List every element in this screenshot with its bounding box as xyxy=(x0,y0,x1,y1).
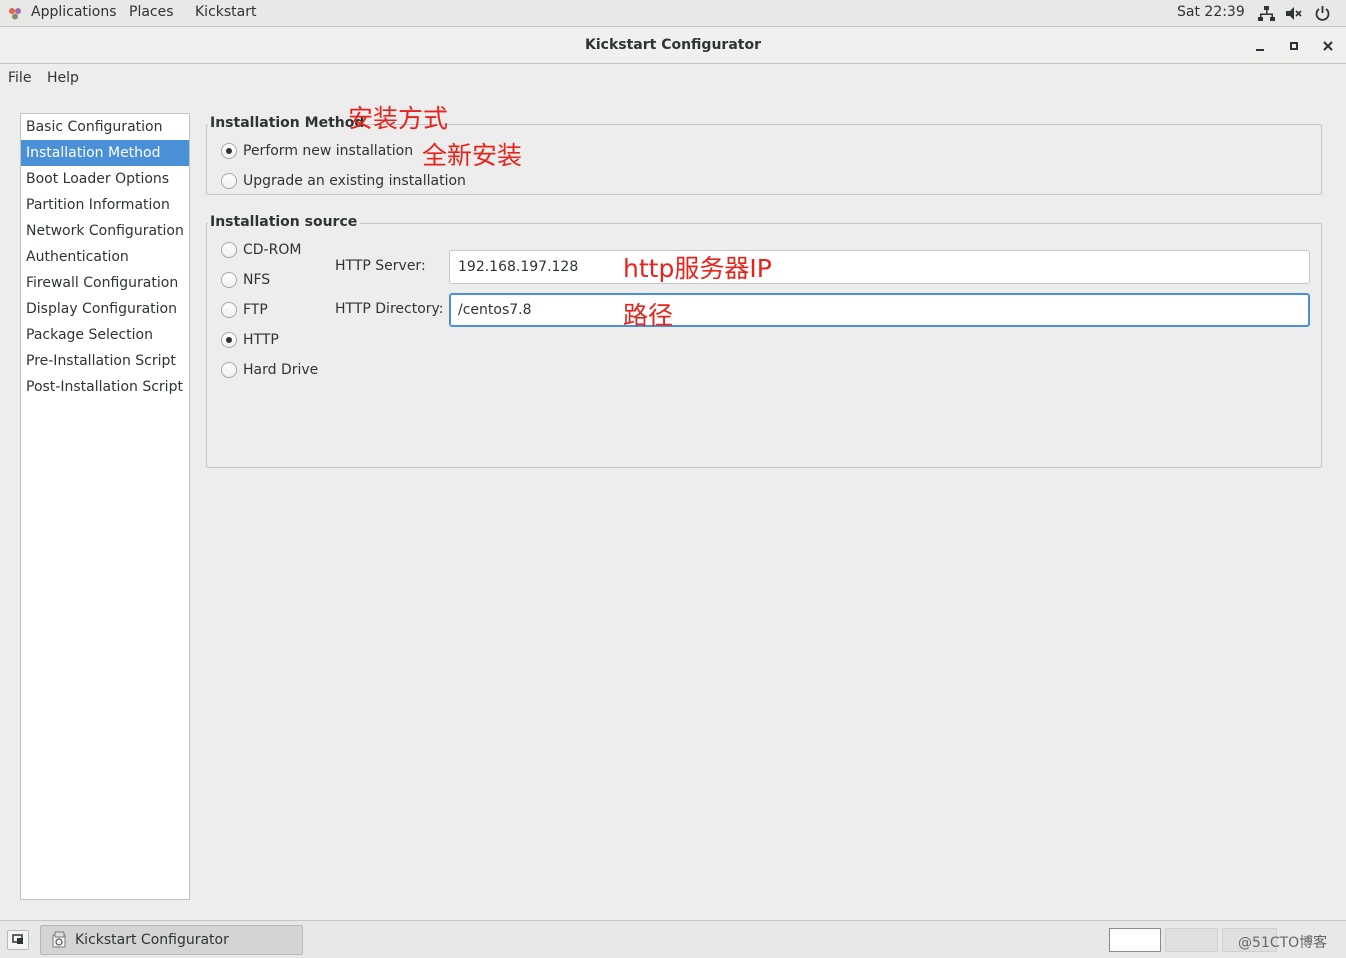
places-menu[interactable]: Places xyxy=(129,4,174,20)
sidebar-item-firewall-configuration[interactable]: Firewall Configuration xyxy=(21,270,189,296)
help-menu[interactable]: Help xyxy=(47,70,79,86)
annotation-new-install: 全新安装 xyxy=(422,141,523,170)
perform-new-installation-radio[interactable]: Perform new installation xyxy=(221,143,413,159)
workspace-2[interactable] xyxy=(1165,928,1218,952)
http-directory-label: HTTP Directory: xyxy=(335,301,444,317)
maximize-icon[interactable] xyxy=(1284,36,1304,56)
workspace-1[interactable] xyxy=(1109,928,1161,952)
source-hard-drive-radio[interactable]: Hard Drive xyxy=(221,362,318,378)
clock[interactable]: Sat 22:39 xyxy=(1177,4,1245,20)
minimize-icon[interactable] xyxy=(1250,36,1270,56)
radio-indicator[interactable] xyxy=(221,272,237,288)
radio-label: Hard Drive xyxy=(243,362,319,378)
radio-indicator[interactable] xyxy=(221,242,237,258)
volume-muted-icon[interactable] xyxy=(1285,5,1302,22)
upgrade-existing-installation-radio[interactable]: Upgrade an existing installation xyxy=(221,173,466,189)
sidebar-item-post-installation-script[interactable]: Post-Installation Script xyxy=(21,374,189,400)
file-menu[interactable]: File xyxy=(8,70,31,86)
radio-indicator[interactable] xyxy=(221,362,237,378)
sidebar-item-installation-method[interactable]: Installation Method xyxy=(21,140,189,166)
sidebar-item-network-configuration[interactable]: Network Configuration xyxy=(21,218,189,244)
radio-label: Perform new installation xyxy=(243,143,414,159)
radio-indicator[interactable] xyxy=(221,173,237,189)
close-icon[interactable] xyxy=(1318,36,1338,56)
top-panel: Applications Places Kickstart Sat 22:39 xyxy=(0,0,1346,27)
annotation-http-server-ip: http服务器IP xyxy=(623,254,772,283)
show-desktop-button[interactable] xyxy=(7,930,29,950)
installation-source-title: Installation source xyxy=(208,214,361,230)
annotation-path: 路径 xyxy=(623,301,674,330)
sidebar-item-boot-loader-options[interactable]: Boot Loader Options xyxy=(21,166,189,192)
window-titlebar[interactable]: Kickstart Configurator xyxy=(0,28,1346,64)
radio-label: Upgrade an existing installation xyxy=(243,173,466,189)
radio-indicator[interactable] xyxy=(221,302,237,318)
show-desktop-icon xyxy=(12,934,23,944)
radio-indicator[interactable] xyxy=(221,332,237,348)
http-server-label: HTTP Server: xyxy=(335,258,426,274)
sidebar-item-pre-installation-script[interactable]: Pre-Installation Script xyxy=(21,348,189,374)
taskbar-window-button[interactable]: Kickstart Configurator xyxy=(40,925,303,955)
applications-menu[interactable]: Applications xyxy=(31,4,117,20)
sidebar-item-package-selection[interactable]: Package Selection xyxy=(21,322,189,348)
taskbar-window-label: Kickstart Configurator xyxy=(75,932,229,948)
menu-bar: File Help xyxy=(0,65,1346,93)
bottom-taskbar: Kickstart Configurator @51CTO博客 xyxy=(0,920,1346,958)
radio-indicator[interactable] xyxy=(221,143,237,159)
kickstart-app-icon xyxy=(52,931,66,948)
http-server-input[interactable] xyxy=(449,250,1310,284)
sidebar-item-authentication[interactable]: Authentication xyxy=(21,244,189,270)
radio-label: FTP xyxy=(243,302,268,318)
source-cdrom-radio[interactable]: CD-ROM xyxy=(221,242,301,258)
category-list[interactable]: Basic Configuration Installation Method … xyxy=(20,113,190,900)
watermark: @51CTO博客 xyxy=(1238,935,1328,951)
installation-method-title: Installation Method xyxy=(208,115,368,131)
annotation-install-method: 安装方式 xyxy=(348,104,449,133)
sidebar-item-partition-information[interactable]: Partition Information xyxy=(21,192,189,218)
power-icon[interactable] xyxy=(1314,5,1331,22)
source-nfs-radio[interactable]: NFS xyxy=(221,272,270,288)
network-icon[interactable] xyxy=(1258,5,1275,22)
radio-label: NFS xyxy=(243,272,271,288)
applications-icon xyxy=(9,8,21,20)
radio-label: HTTP xyxy=(243,332,279,348)
kickstart-app-menu[interactable]: Kickstart xyxy=(195,4,256,20)
radio-label: CD-ROM xyxy=(243,242,302,258)
sidebar-item-basic-configuration[interactable]: Basic Configuration xyxy=(21,114,189,140)
window-title: Kickstart Configurator xyxy=(585,37,761,53)
http-directory-input[interactable] xyxy=(449,293,1310,327)
source-ftp-radio[interactable]: FTP xyxy=(221,302,268,318)
source-http-radio[interactable]: HTTP xyxy=(221,332,279,348)
sidebar-item-display-configuration[interactable]: Display Configuration xyxy=(21,296,189,322)
